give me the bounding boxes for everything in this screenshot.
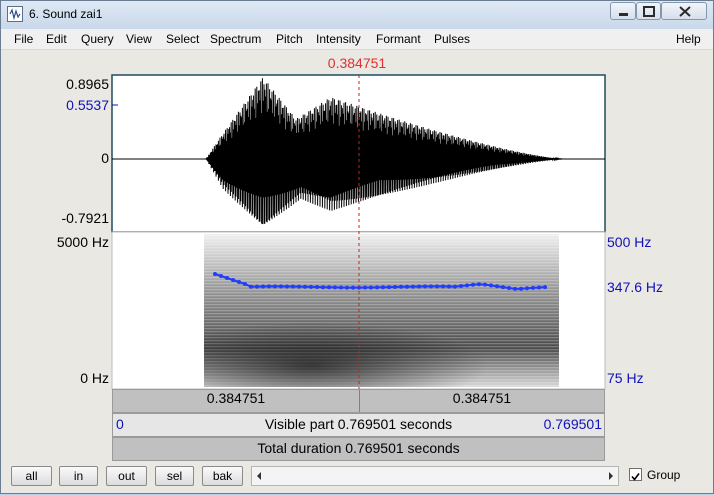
pitch-point [531,285,535,290]
pitch-point [399,284,403,289]
pitch-point [381,285,385,290]
pitch-point [231,278,235,282]
pitch-point [339,285,343,290]
visible-end-time: 0.769501 [543,416,602,432]
zoom-in-button[interactable]: in [59,466,98,486]
pitch-point [213,272,217,276]
pitch-point [393,285,397,289]
pitch-point [507,286,511,290]
pitch-point [447,284,451,289]
pitch-point [477,282,481,287]
pitch-point [489,283,493,288]
pitch-point [363,285,367,290]
pitch-point [327,285,331,290]
bottom-toolbar: all in out sel bak Group [1,461,713,493]
pitch-point [405,284,409,289]
pitch-point [465,283,469,288]
left-segment-duration[interactable]: 0.384751 [113,390,359,406]
pitch-point [387,285,391,290]
pitch-point [291,284,295,289]
pitch-point [345,285,349,290]
pitch-point [255,284,259,289]
total-duration-bar[interactable]: Total duration 0.769501 seconds [112,437,605,461]
zoom-selection-button[interactable]: sel [155,466,194,486]
pitch-point [273,284,277,289]
pitch-point [315,285,319,289]
pitch-point [537,285,541,290]
pitch-point [459,284,463,288]
pitch-point [351,285,355,290]
pitch-point [219,274,223,278]
pitch-point [237,280,241,284]
pitch-point [525,286,529,291]
group-checkbox-label: Group [647,468,681,482]
right-segment-duration[interactable]: 0.384751 [360,390,604,406]
pitch-point [285,284,289,289]
pitch-point [423,284,427,289]
pitch-point [513,286,517,291]
visible-part-label: Visible part 0.769501 seconds [264,416,453,432]
pitch-point [303,284,307,289]
pitch-point [279,284,283,289]
segment-bar[interactable]: 0.384751 0.384751 [112,389,605,413]
pitch-point [501,285,505,290]
pitch-point [225,276,229,280]
pitch-point [543,285,547,290]
scroll-left-icon[interactable] [254,469,264,483]
pitch-point [411,284,415,289]
pitch-point [333,285,337,290]
pitch-point [495,284,499,289]
pitch-point [471,282,475,287]
visible-part-bar[interactable]: 0 Visible part 0.769501 seconds 0.769501 [112,413,605,437]
checkmark-icon [631,473,640,481]
zoom-back-button[interactable]: bak [202,466,243,486]
pitch-point [441,284,445,289]
pitch-point [267,284,271,289]
pitch-point [435,284,439,289]
scroll-right-icon[interactable] [606,469,616,483]
pitch-point [249,284,253,289]
pitch-point [519,286,523,291]
pitch-point [375,285,379,290]
pitch-point [369,285,373,290]
pitch-point [321,285,325,290]
pitch-point [453,284,457,289]
group-checkbox[interactable] [629,468,642,481]
sound-editor-window: 6. Sound zai1 File Edit Query View Selec… [0,0,714,494]
zoom-out-button[interactable]: out [106,466,147,486]
pitch-point [261,284,265,289]
pitch-point [297,284,301,289]
total-duration-label: Total duration 0.769501 seconds [257,440,460,456]
pitch-point [243,282,247,286]
zoom-all-button[interactable]: all [11,466,52,486]
pitch-point [417,284,421,289]
horizontal-scrollbar[interactable] [251,466,619,486]
spectrogram-formant-shading [204,301,559,387]
pitch-point [483,282,487,287]
pitch-point [429,284,433,289]
pitch-point [309,284,313,289]
